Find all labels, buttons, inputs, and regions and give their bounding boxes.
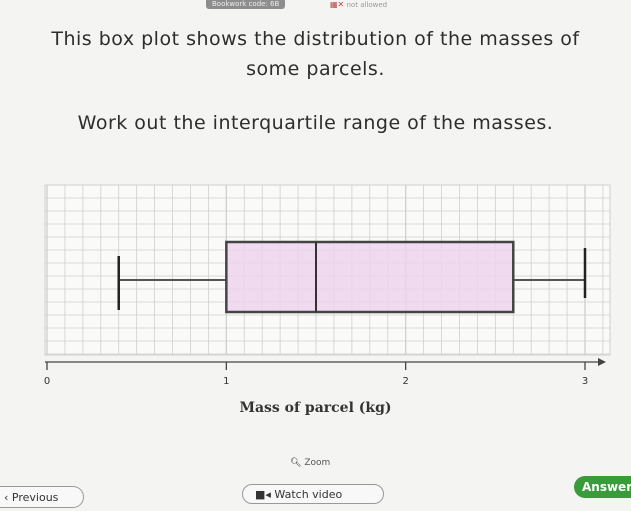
previous-label: Previous — [11, 491, 59, 504]
zoom-label: Zoom — [304, 458, 331, 468]
question-line-2: some parcels. — [246, 58, 385, 80]
top-bar: Bookwork code: 6B ▦✕ not allowed — [0, 0, 631, 10]
box-plot-chart: 0 1 2 3 — [44, 184, 611, 387]
x-tick-label: 0 — [44, 376, 50, 387]
previous-button[interactable]: ‹ Previous — [0, 486, 84, 508]
question-line-1: This box plot shows the distribution of … — [51, 28, 580, 50]
calculator-crossed-icon: ▦✕ — [330, 0, 345, 9]
calculator-status: ▦✕ not allowed — [330, 0, 387, 10]
x-tick-label: 3 — [582, 376, 588, 387]
video-camera-icon: ■◂ — [255, 488, 271, 501]
chevron-left-icon: ‹ — [4, 491, 9, 504]
x-axis-arrow — [598, 358, 606, 366]
question-text: This box plot shows the distribution of … — [0, 24, 631, 84]
magnifier-icon: 🔍︎ — [290, 458, 302, 468]
bookwork-code: Bookwork code: 6B — [206, 0, 286, 9]
question-instruction: Work out the interquartile range of the … — [77, 112, 554, 134]
zoom-button[interactable]: 🔍︎ Zoom — [290, 458, 330, 468]
interquartile-box — [225, 240, 515, 314]
watch-video-button[interactable]: ■◂ Watch video — [242, 484, 384, 504]
x-axis-label: Mass of parcel (kg) — [239, 400, 392, 416]
x-tick-label: 1 — [223, 376, 229, 387]
calculator-status-label: not allowed — [346, 1, 388, 9]
answer-button[interactable]: Answer — [574, 476, 631, 498]
x-tick-label: 2 — [402, 376, 408, 387]
watch-video-label: Watch video — [274, 488, 343, 501]
